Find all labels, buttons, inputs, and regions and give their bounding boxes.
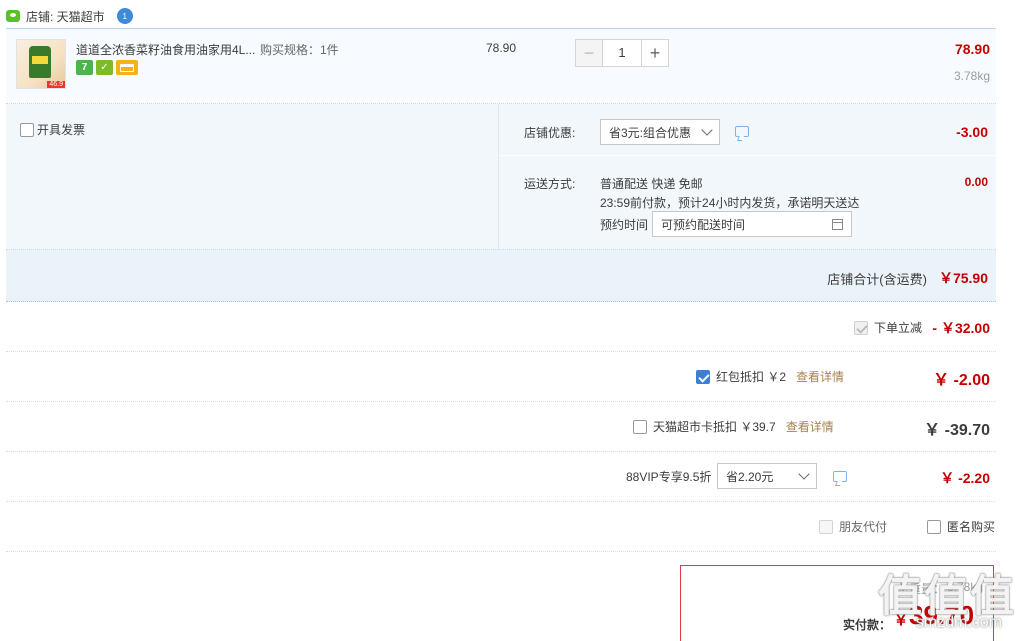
calendar-icon[interactable] xyxy=(832,218,843,230)
invoice-panel: 开具发票 xyxy=(6,104,499,250)
seven-day-return-icon[interactable]: 7 xyxy=(76,60,93,75)
shipping-amount: 0.00 xyxy=(964,175,988,189)
vip-label: 88VIP专享9.5折 xyxy=(626,470,712,484)
unit-price: 78.90 xyxy=(486,41,517,55)
friend-pay-label: 朋友代付 xyxy=(839,520,888,534)
product-spec: 购买规格：1件 xyxy=(260,43,339,57)
service-tags: 7 ✓ xyxy=(76,60,138,75)
wangwang-chat-icon[interactable]: 1 xyxy=(116,8,133,24)
shipping-label: 运送方式: xyxy=(524,177,576,191)
redpacket-checkbox[interactable] xyxy=(696,369,710,384)
shipping-method: 普通配送 快递 免邮 xyxy=(600,177,703,191)
shop-total-label: 店铺合计(含运费) xyxy=(827,271,927,287)
increase-quantity-button[interactable]: + xyxy=(641,39,669,67)
quantity-input[interactable]: 1 xyxy=(603,39,641,67)
shipping-note: 23:59前付款，预计24小时内发货，承诺明天送达 xyxy=(600,196,860,210)
vip-message-icon[interactable] xyxy=(833,471,847,482)
invoice-label[interactable]: 开具发票 xyxy=(37,121,85,138)
redpacket-row: 红包抵扣 ￥2 查看详情 ￥ -2.00 xyxy=(6,352,996,402)
vip-discount-row: 88VIP专享9.5折 省2.20元 ￥ -2.20 xyxy=(6,452,996,502)
vip-discount-amount: ￥ -2.20 xyxy=(940,470,990,486)
shop-name[interactable]: 店铺: 天猫超市 xyxy=(26,8,105,25)
delivery-time-placeholder: 可预约配送时间 xyxy=(661,217,746,232)
guarantee-icon[interactable]: ✓ xyxy=(96,60,113,75)
tmall-card-label: 天猫超市卡抵扣 ￥39.7 xyxy=(653,420,776,434)
anonymous-checkbox[interactable] xyxy=(927,519,941,534)
shop-promo-select[interactable]: 省3元:组合优惠 xyxy=(600,119,720,145)
cart-item-row: 46.9 道道全浓香菜籽油食用油家用4L... 购买规格：1件 7 ✓ 78.9… xyxy=(6,28,996,104)
vip-discount-select[interactable]: 省2.20元 xyxy=(717,463,817,489)
order-options: 开具发票 店铺优惠: 省3元:组合优惠 -3.00 运送方式: 普通配送 快递 … xyxy=(6,104,996,250)
shop-total-row: 店铺合计(含运费) ￥75.90 xyxy=(6,250,996,302)
watermark-url: smzdm.com xyxy=(915,614,1002,631)
friend-pay-checkbox[interactable] xyxy=(819,519,833,534)
credit-card-icon[interactable] xyxy=(116,60,138,75)
quantity-stepper: − 1 + xyxy=(575,39,669,67)
instant-discount-label: 下单立减 xyxy=(873,321,922,335)
shop-promo-label: 店铺优惠: xyxy=(524,126,576,140)
extras-row: 朋友代付 匿名购买 xyxy=(6,502,996,552)
delivery-time-input[interactable]: 可预约配送时间 xyxy=(652,211,852,237)
redpacket-label: 红包抵扣 ￥2 xyxy=(716,370,787,384)
shop-promo-selected: 省3元:组合优惠 xyxy=(609,125,692,140)
item-weight: 3.78kg xyxy=(953,69,990,83)
invoice-checkbox[interactable] xyxy=(20,122,34,137)
chevron-down-icon xyxy=(701,124,713,136)
instant-discount-checkbox xyxy=(853,320,868,335)
chevron-down-icon xyxy=(798,468,810,480)
oil-bottle-image xyxy=(29,46,51,78)
tmall-card-checkbox[interactable] xyxy=(633,419,647,434)
promo-message-icon[interactable] xyxy=(735,126,749,137)
anonymous-label: 匿名购买 xyxy=(947,520,996,534)
shop-total-amount: ￥75.90 xyxy=(938,270,988,286)
tmall-card-amount: ￥ -39.70 xyxy=(924,422,990,439)
delivery-time-label: 预约时间 xyxy=(600,218,649,232)
product-thumbnail[interactable]: 46.9 xyxy=(16,39,66,89)
thumbnail-price: 46.9 xyxy=(47,81,65,88)
shop-promo-amount: -3.00 xyxy=(956,124,988,140)
item-subtotal: 78.90 xyxy=(954,41,990,57)
tmall-shop-icon xyxy=(6,10,20,22)
redpacket-amount: ￥ -2.00 xyxy=(933,372,990,389)
shop-header: 店铺: 天猫超市 1 xyxy=(6,6,133,26)
redpacket-details-link[interactable]: 查看详情 xyxy=(796,368,844,385)
instant-discount-row: 下单立减 - ￥32.00 xyxy=(6,302,996,352)
instant-discount-amount: - ￥32.00 xyxy=(932,320,990,336)
vip-selected: 省2.20元 xyxy=(726,469,774,484)
tmall-card-row: 天猫超市卡抵扣 ￥39.7 查看详情 ￥ -39.70 xyxy=(6,402,996,452)
decrease-quantity-button[interactable]: − xyxy=(575,39,603,67)
tmall-card-details-link[interactable]: 查看详情 xyxy=(786,418,834,435)
